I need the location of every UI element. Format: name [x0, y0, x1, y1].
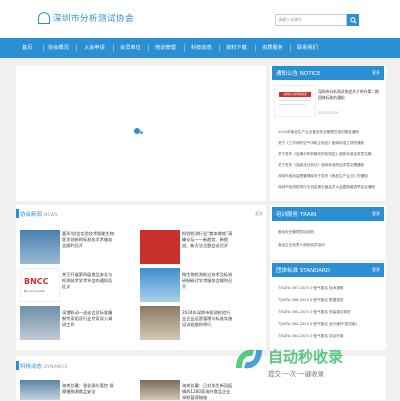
search-input[interactable]: 请输入关键字	[275, 14, 347, 26]
news-item-text[interactable]: 深港联动—送走会员标准编制专家组及行业专家深入调研工作	[62, 310, 114, 328]
standard-header: 团体标准 STANDARD 更多	[272, 263, 384, 277]
logo-mark-icon	[38, 12, 50, 24]
news-item-text[interactable]: 2024年深圳市检测检验行业企业运营管理与标准实施培训班顺利举行	[182, 310, 234, 328]
nav-divider	[43, 44, 44, 52]
logo-text: 深圳市分析测试协会	[53, 14, 135, 24]
news-item-text[interactable]: 关于开展第四届食品安全与检测技术学术年会的通知及征文	[62, 272, 114, 290]
search-icon	[349, 16, 357, 24]
nav-divider	[184, 44, 185, 52]
nav-divider	[113, 44, 114, 52]
dynamics-title-bar	[16, 361, 19, 370]
train-header: 培训服务 TRAIN 更多	[272, 207, 384, 221]
nav-divider	[219, 44, 220, 52]
loading-dot-icon	[140, 131, 143, 134]
dynamics-thumbnail[interactable]	[20, 380, 60, 400]
nav-item-about[interactable]: 协会概况	[48, 38, 69, 58]
train-item[interactable]: 食品企业负责人和检验员培训	[278, 243, 382, 248]
nav-divider	[255, 44, 256, 52]
nav-item-home[interactable]: 首页	[22, 38, 32, 58]
notice-item[interactable]: 深圳市食品监督管理局关于发布《食品生产企业》的通知	[278, 174, 382, 179]
news-item-text[interactable]: 喜讯!协会实验技术赋能生物医学创新的标准化学术服务会顺利召开	[62, 231, 114, 249]
standard-more-link[interactable]: 更多	[372, 267, 380, 273]
watermark-brand: 自动秒收录	[268, 348, 344, 366]
notice-image-line	[279, 104, 305, 105]
nav-divider	[148, 44, 149, 52]
news-item-text[interactable]: 微生物检测前沿技术及标准研制研讨学术服务会顺利召开	[182, 272, 234, 290]
standard-item[interactable]: T/SATA 064-2023 小型气象站 运行维护(测试版)	[278, 322, 382, 327]
train-more-link[interactable]: 更多	[372, 211, 380, 217]
nav-item-tech[interactable]: 科技动态	[191, 38, 212, 58]
nav-item-training[interactable]: 培训管理	[155, 38, 176, 58]
main-nav: 首页 协会概况 入会申请 会员单位 培训管理 科技动态 资料下载 资质服务 联系…	[0, 38, 400, 58]
news-thumbnail[interactable]	[20, 230, 60, 264]
notice-more-link[interactable]: 更多	[372, 70, 380, 76]
notice-item[interactable]: 关于发布《连续流分析仪》团体标准的征求意见稿通知	[278, 163, 382, 168]
train-title: 培训服务 TRAIN	[276, 212, 317, 218]
notice-title: 通知公告 NOTICE	[276, 71, 321, 77]
search-button[interactable]	[347, 14, 359, 26]
nav-item-downloads[interactable]: 资料下载	[226, 38, 247, 58]
site-logo[interactable]: 深圳市分析测试协会	[38, 12, 134, 24]
news-title-bar	[16, 209, 19, 218]
site-header: 深圳市分析测试协会 请输入关键字	[0, 0, 400, 38]
notice-featured-title[interactable]: 深圳市分析测试协会关于举办第二期团体标准的通知	[318, 89, 382, 100]
news-thumbnail[interactable]	[140, 230, 180, 264]
banner-area	[16, 66, 266, 201]
bncc-logo-text: BNCC	[24, 277, 49, 286]
nav-item-members[interactable]: 会员单位	[120, 38, 141, 58]
watermark-logo-icon	[236, 349, 262, 369]
news-thumbnail[interactable]	[140, 268, 180, 302]
notice-item[interactable]: 关于发布《血清中有机磷农药的测定》团体标准征求意见稿	[278, 152, 382, 157]
bncc-logo-subtext: Bio Sci Center	[24, 289, 46, 293]
dynamics-thumbnail[interactable]	[140, 380, 180, 400]
watermark-slogan: 提交·一次·一键收录	[268, 370, 325, 378]
news-item-text[interactable]: 检验检测行业“散本增效”高峰论坛——新趋势、新挑战、新方法主题会议召开	[182, 231, 234, 249]
dynamics-title: 科技动态 DYNAMICS	[20, 364, 68, 370]
notice-featured-date: 2020-03-19	[318, 111, 339, 115]
notice-item[interactable]: 关于《工作场所空气中粉尘测定》团体标准立项的通知	[278, 141, 382, 146]
dynamics-item-text[interactable]: 海关总署：强化源头管控 保障植物源食品安全	[62, 383, 114, 395]
news-thumbnail[interactable]	[140, 306, 180, 340]
notice-featured-image[interactable]: 深圳市分析测试协会	[274, 85, 316, 117]
notice-image-line	[279, 100, 311, 101]
dynamics-item-text[interactable]: 海关总署：已对发生新冠疫情的1280家海外食品企业采取暂停措施	[182, 383, 234, 401]
news-more-link[interactable]: 更多	[255, 211, 263, 217]
notice-header: 通知公告 NOTICE 更多	[272, 66, 384, 80]
news-thumbnail[interactable]	[20, 306, 60, 340]
standard-item[interactable]: T/SATA 067-2023 小型气象站 技术规程	[278, 286, 382, 291]
standard-title: 团体标准 STANDARD	[276, 268, 331, 274]
news-title: 协会新闻 NEWS	[20, 212, 58, 218]
notice-item[interactable]: 深圳市检测机构行业协会第五届会员大会暨换届选举会议通知	[278, 185, 382, 190]
nav-item-join[interactable]: 入会申请	[84, 38, 105, 58]
standard-item[interactable]: T/SATA 063-2023 小型气象站 站址环境	[278, 334, 382, 339]
standard-item[interactable]: T/SATA 065-2023 小型气象站 安装调试规范	[278, 310, 382, 315]
nav-item-contact[interactable]: 联系我们	[297, 38, 318, 58]
nav-item-qualification[interactable]: 资质服务	[262, 38, 283, 58]
train-item[interactable]: 食品安全管理员培训班	[278, 230, 382, 235]
notice-image-banner: 深圳市分析测试协会	[279, 92, 311, 97]
nav-divider	[290, 44, 291, 52]
nav-divider	[76, 44, 77, 52]
standard-item[interactable]: T/SATA 066-2023 小型气象站 数据规范	[278, 298, 382, 303]
news-thumbnail-logo[interactable]: BNCC Bio Sci Center	[20, 268, 60, 302]
watermark: 自动秒收录 提交·一次·一键收录	[232, 340, 392, 396]
notice-item[interactable]: 2024年食品生产企业食品安全管理员培训报名通知	[278, 130, 382, 135]
